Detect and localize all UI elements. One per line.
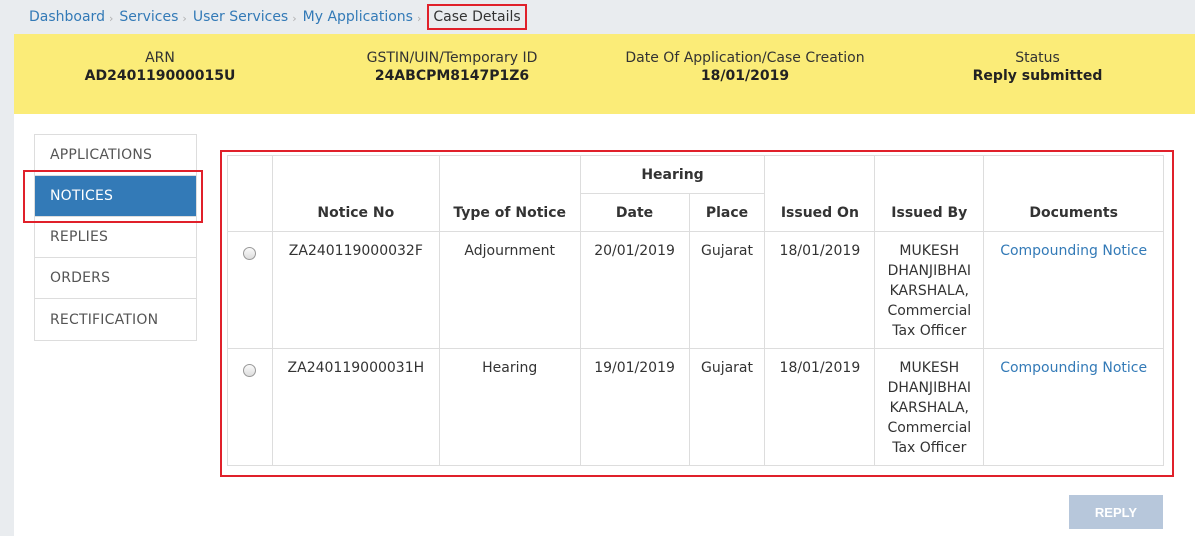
- arn-value: AD240119000015U: [84, 68, 236, 84]
- issued-by-line: DHANJIBHAI: [887, 263, 972, 279]
- breadcrumb-services[interactable]: Services: [119, 9, 178, 25]
- date-value: 18/01/2019: [700, 68, 790, 84]
- hearing-date-cell: 19/01/2019: [579, 348, 690, 466]
- sidenav-item-notices[interactable]: NOTICES: [35, 176, 196, 217]
- notices-table: Notice No Type of Notice Hearing Issued …: [227, 155, 1164, 466]
- issued-by-line: Commercial: [887, 420, 972, 436]
- breadcrumb-my-applications[interactable]: My Applications: [303, 9, 413, 25]
- notice-no-cell: ZA240119000032F: [271, 231, 440, 349]
- documents-cell: Compounding Notice: [983, 231, 1164, 349]
- type-of-notice-cell: Adjournment: [438, 231, 581, 349]
- gstin-label: GSTIN/UIN/Temporary ID: [366, 50, 538, 66]
- status-value: Reply submitted: [972, 68, 1103, 84]
- breadcrumb-separator: ›: [416, 11, 422, 25]
- row-select-cell: [227, 231, 273, 349]
- breadcrumb-dashboard[interactable]: Dashboard: [29, 9, 105, 25]
- table-row: ZA240119000032F Adjournment 20/01/2019 G…: [227, 231, 1164, 349]
- date-label: Date Of Application/Case Creation: [625, 50, 865, 66]
- notice-no-cell: ZA240119000031H: [271, 348, 440, 466]
- type-of-notice-header: Type of Notice: [438, 155, 581, 232]
- issued-by-line: MUKESH: [899, 243, 960, 259]
- hearing-place-cell: Gujarat: [688, 231, 766, 349]
- hearing-header: Hearing: [579, 155, 766, 194]
- gstin-block: GSTIN/UIN/Temporary ID 24ABCPM8147P1Z6: [332, 50, 572, 84]
- breadcrumb-user-services[interactable]: User Services: [193, 9, 288, 25]
- issued-by-line: MUKESH: [899, 360, 960, 376]
- compounding-notice-link[interactable]: Compounding Notice: [1000, 243, 1147, 259]
- hearing-place-cell: Gujarat: [688, 348, 766, 466]
- issued-by-cell: MUKESH DHANJIBHAI KARSHALA, Commercial T…: [874, 348, 985, 466]
- type-of-notice-cell: Hearing: [438, 348, 581, 466]
- table-row: ZA240119000031H Hearing 19/01/2019 Gujar…: [227, 348, 1164, 466]
- issued-on-cell: 18/01/2019: [764, 348, 876, 466]
- hearing-date-header: Date: [579, 193, 690, 232]
- case-sidenav: APPLICATIONS NOTICES REPLIES ORDERS RECT…: [34, 134, 197, 341]
- issued-by-line: KARSHALA,: [889, 283, 969, 299]
- notices-table-highlight: Notice No Type of Notice Hearing Issued …: [220, 150, 1174, 477]
- reply-button[interactable]: REPLY: [1069, 495, 1163, 529]
- gstin-value: 24ABCPM8147P1Z6: [374, 68, 530, 84]
- arn-label: ARN: [145, 50, 175, 66]
- breadcrumb: Dashboard › Services › User Services › M…: [29, 4, 527, 30]
- documents-header: Documents: [983, 155, 1164, 232]
- select-column-header: [227, 155, 273, 232]
- breadcrumb-separator: ›: [182, 11, 187, 25]
- breadcrumb-case-details: Case Details: [427, 4, 527, 30]
- breadcrumb-separator: ›: [108, 11, 114, 25]
- breadcrumb-separator: ›: [292, 11, 297, 25]
- status-label: Status: [1015, 50, 1060, 66]
- issued-by-line: KARSHALA,: [889, 400, 969, 416]
- case-summary-banner: ARN AD240119000015U GSTIN/UIN/Temporary …: [14, 34, 1195, 114]
- status-block: Status Reply submitted: [960, 50, 1115, 84]
- sidenav-item-replies[interactable]: REPLIES: [35, 217, 196, 258]
- sidenav-item-applications[interactable]: APPLICATIONS: [35, 135, 196, 176]
- arn-block: ARN AD240119000015U: [80, 50, 240, 84]
- sidenav-item-orders[interactable]: ORDERS: [35, 258, 196, 299]
- issued-on-header: Issued On: [764, 155, 876, 232]
- issued-by-line: Tax Officer: [892, 323, 967, 339]
- issued-by-cell: MUKESH DHANJIBHAI KARSHALA, Commercial T…: [874, 231, 985, 349]
- hearing-place-header: Place: [688, 193, 766, 232]
- compounding-notice-link[interactable]: Compounding Notice: [1000, 360, 1147, 376]
- row-select-cell: [227, 348, 273, 466]
- date-block: Date Of Application/Case Creation 18/01/…: [610, 50, 880, 84]
- issued-by-header: Issued By: [874, 155, 985, 232]
- issued-by-line: Commercial: [887, 303, 972, 319]
- hearing-date-cell: 20/01/2019: [579, 231, 690, 349]
- row-select-radio[interactable]: [243, 247, 257, 260]
- issued-by-line: DHANJIBHAI: [887, 380, 972, 396]
- issued-on-cell: 18/01/2019: [764, 231, 876, 349]
- documents-cell: Compounding Notice: [983, 348, 1164, 466]
- issued-by-line: Tax Officer: [892, 440, 967, 456]
- notice-no-header: Notice No: [271, 155, 440, 232]
- main-panel: APPLICATIONS NOTICES REPLIES ORDERS RECT…: [14, 114, 1195, 536]
- sidenav-item-rectification[interactable]: RECTIFICATION: [35, 299, 196, 340]
- row-select-radio[interactable]: [243, 364, 257, 377]
